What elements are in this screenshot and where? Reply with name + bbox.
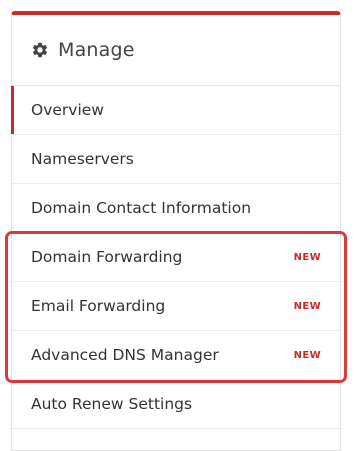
gear-icon	[31, 41, 49, 59]
menu-item-overview[interactable]: Overview	[11, 86, 340, 135]
menu-item-label: Nameservers	[31, 150, 134, 168]
menu-item-label: Overview	[31, 101, 104, 119]
new-badge: NEW	[293, 300, 321, 312]
new-badge: NEW	[293, 349, 321, 361]
menu-item-domain-forwarding[interactable]: Domain Forwarding NEW	[12, 233, 340, 282]
menu-item-domain-contact-information[interactable]: Domain Contact Information	[12, 184, 340, 233]
panel-header: Manage	[12, 15, 340, 86]
menu-item-label: Email Forwarding	[31, 297, 166, 315]
menu-item-nameservers[interactable]: Nameservers	[12, 135, 340, 184]
panel-title: Manage	[58, 39, 135, 61]
menu-item-email-forwarding[interactable]: Email Forwarding NEW	[12, 282, 340, 331]
menu-item-advanced-dns-manager[interactable]: Advanced DNS Manager NEW	[12, 331, 340, 380]
manage-panel: Manage Overview Nameservers Domain Conta…	[11, 11, 341, 451]
menu-item-label: Domain Contact Information	[31, 199, 252, 217]
menu-item-auto-renew-settings[interactable]: Auto Renew Settings	[12, 380, 340, 429]
new-badge: NEW	[293, 251, 321, 263]
menu-item-label: Domain Forwarding	[31, 248, 183, 266]
menu-item-label: Advanced DNS Manager	[31, 346, 219, 364]
menu-item-label: Auto Renew Settings	[31, 395, 193, 413]
